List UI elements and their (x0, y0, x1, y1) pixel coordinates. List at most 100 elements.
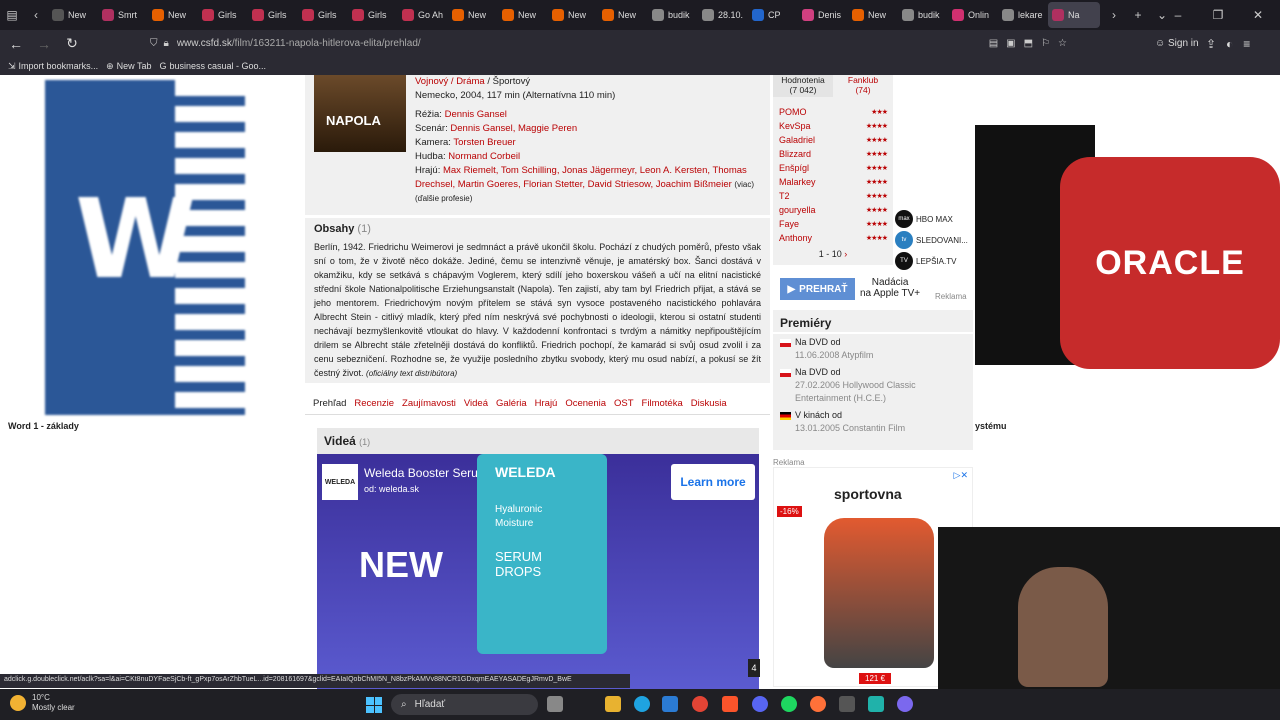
rating-row[interactable]: Malarkey ★★★★ (773, 175, 893, 189)
browser-tab[interactable]: New (548, 2, 596, 28)
subtab-3[interactable]: Videá (464, 398, 488, 409)
store-icon[interactable] (662, 696, 678, 712)
browser-tab[interactable]: CP (748, 2, 796, 28)
stream-sledovani[interactable]: tv SLEDOVANI... (895, 231, 968, 249)
rating-user[interactable]: KevSpa (779, 121, 811, 131)
subtab-0[interactable]: Prehľad (313, 398, 346, 409)
video-ad[interactable]: WELEDA Weleda Booster Serum Drops od: we… (317, 454, 759, 689)
rating-user[interactable]: Galadriel (779, 135, 815, 145)
browser-tab[interactable]: Girls (198, 2, 246, 28)
taskbar-search[interactable]: ⌕ Hľadať (391, 694, 538, 715)
rating-user[interactable]: Malarkey (779, 177, 816, 187)
lock-icon[interactable]: 🔒︎ (164, 38, 169, 49)
browser-tab[interactable]: New (48, 2, 96, 28)
rating-user[interactable]: Enšpígl (779, 163, 809, 173)
subtab-1[interactable]: Recenzie (354, 398, 394, 409)
rating-row[interactable]: T2 ★★★★ (773, 189, 893, 203)
rating-row[interactable]: POMO ★★★ (773, 105, 893, 119)
cast-more-link[interactable]: (viac) (734, 180, 754, 189)
rating-user[interactable]: Faye (779, 219, 799, 229)
task-view-icon[interactable] (547, 696, 563, 712)
shield-icon[interactable]: ⛉ (150, 38, 158, 49)
rating-user[interactable]: Anthony (779, 233, 812, 243)
genre-links[interactable]: Vojnový / Dráma (415, 76, 485, 87)
browser-tab[interactable]: New (848, 2, 896, 28)
rating-user[interactable]: POMO (779, 107, 807, 117)
rating-row[interactable]: gouryella ★★★★ (773, 203, 893, 217)
file-explorer-icon[interactable] (605, 696, 621, 712)
reload-icon[interactable]: ↻ (60, 35, 84, 52)
screenplay-link[interactable]: Dennis Gansel, Maggie Peren (450, 123, 577, 134)
browser-tab[interactable]: New (448, 2, 496, 28)
rating-row[interactable]: Anthony ★★★★ (773, 231, 893, 245)
notepad-icon[interactable] (868, 696, 884, 712)
app-icon[interactable] (839, 696, 855, 712)
browser-tab[interactable]: Go Ah (398, 2, 446, 28)
subtab-9[interactable]: Diskusia (691, 398, 727, 409)
brave-icon[interactable] (722, 696, 738, 712)
ratings-pager[interactable]: 1 - 10 › (773, 249, 893, 259)
movie-poster[interactable]: NAPOLA (314, 75, 406, 152)
browser-tab[interactable]: budik (648, 2, 696, 28)
ad-choices-icon[interactable]: ▷✕ (954, 470, 968, 481)
new-tab-icon[interactable]: + (1126, 8, 1150, 22)
cast-links[interactable]: Max Riemelt, Tom Schilling, Jonas Jägerm… (415, 165, 747, 190)
camera-link[interactable]: Torsten Breuer (453, 137, 515, 148)
browser-tab[interactable]: 28.10. (698, 2, 746, 28)
browser-tab[interactable]: Smrt (98, 2, 146, 28)
rating-row[interactable]: Faye ★★★★ (773, 217, 893, 231)
browser-tab[interactable]: New (598, 2, 646, 28)
weather-widget[interactable]: 10°C Mostly clear (10, 693, 75, 713)
close-window-icon[interactable]: ✕ (1246, 8, 1270, 22)
rating-row[interactable]: Galadriel ★★★★ (773, 133, 893, 147)
subtab-6[interactable]: Ocenenia (565, 398, 606, 409)
app2-icon[interactable] (897, 696, 913, 712)
subtab-8[interactable]: Filmotéka (642, 398, 683, 409)
tabs-scroll-right-icon[interactable]: › (1102, 8, 1126, 22)
toolbar-extensions-icon[interactable]: ⇪◐≡ (1206, 37, 1260, 51)
learn-more-button[interactable]: Learn more (671, 464, 755, 500)
minimize-icon[interactable]: – (1166, 8, 1190, 22)
bookmark-import[interactable]: ⇲ Import bookmarks... (8, 61, 98, 72)
rating-row[interactable]: KevSpa ★★★★ (773, 119, 893, 133)
tab-overview-icon[interactable]: ▤ (0, 8, 24, 22)
stream-hbo-max[interactable]: max HBO MAX (895, 210, 953, 228)
subtab-5[interactable]: Hrajú (535, 398, 558, 409)
rating-row[interactable]: Enšpígl ★★★★ (773, 161, 893, 175)
bookmark-business-casual[interactable]: G business casual - Goo... (159, 61, 266, 71)
address-bar-actions-icon[interactable]: ▤▣⬒⚐☆ (989, 38, 1075, 49)
sign-in-button[interactable]: ☺ Sign in (1155, 38, 1199, 49)
discord-icon[interactable] (752, 696, 768, 712)
rating-user[interactable]: Blizzard (779, 149, 811, 159)
apple-tv-link[interactable]: Nadácia na Apple TV+ (860, 277, 920, 299)
browser-tab[interactable]: New (148, 2, 196, 28)
bookmark-new-tab[interactable]: ⊕ New Tab (106, 61, 151, 72)
subtab-2[interactable]: Zaujímavosti (402, 398, 456, 409)
back-icon[interactable]: ← (4, 36, 28, 52)
edge-icon[interactable] (634, 696, 650, 712)
browser-tab[interactable]: Girls (248, 2, 296, 28)
rating-user[interactable]: T2 (779, 191, 790, 201)
music-link[interactable]: Normand Corbeil (448, 151, 520, 162)
subtab-7[interactable]: OST (614, 398, 634, 409)
browser-tab[interactable]: budik (898, 2, 946, 28)
browser-tab[interactable]: Denis (798, 2, 846, 28)
rating-user[interactable]: gouryella (779, 205, 816, 215)
rating-row[interactable]: Blizzard ★★★★ (773, 147, 893, 161)
address-bar[interactable]: ⛉ 🔒︎ www.csfd.sk /film/163211-napola-hit… (150, 33, 1075, 54)
browser-tab[interactable]: lekare (998, 2, 1046, 28)
forward-icon[interactable]: → (32, 36, 56, 52)
browser-tab[interactable]: Onlin (948, 2, 996, 28)
browser-tab[interactable]: Na (1048, 2, 1100, 28)
tab-fanclub[interactable]: Fanklub (74) (833, 75, 893, 97)
browser-tab[interactable]: New (498, 2, 546, 28)
spotify-icon[interactable] (781, 696, 797, 712)
browser-tab[interactable]: Girls (298, 2, 346, 28)
play-button[interactable]: ▶ PREHRAŤ (780, 278, 855, 300)
tab-ratings[interactable]: Hodnotenia (7 042) (773, 75, 833, 97)
start-icon[interactable] (366, 697, 382, 713)
chrome-icon[interactable] (692, 696, 708, 712)
browser-tab[interactable]: Girls (348, 2, 396, 28)
restore-icon[interactable]: ❐ (1206, 8, 1230, 22)
firefox-icon[interactable] (810, 696, 826, 712)
